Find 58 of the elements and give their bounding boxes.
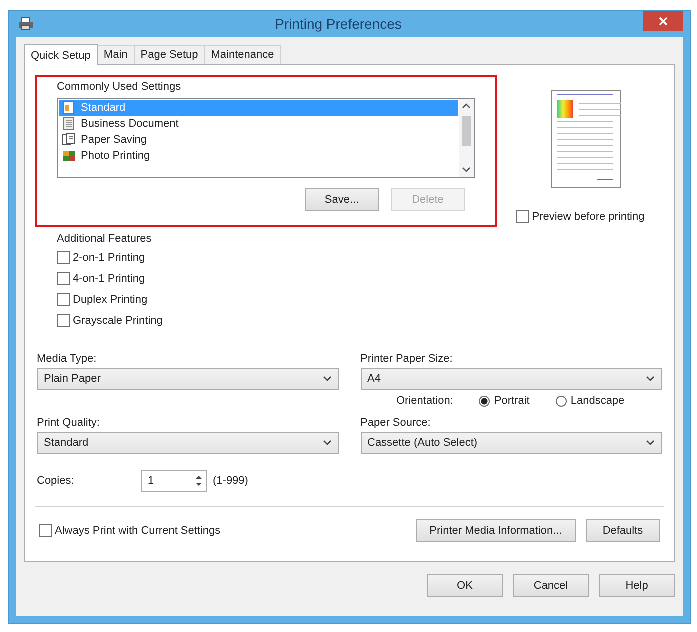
- pages-icon: [62, 133, 76, 147]
- scrollbar[interactable]: [459, 99, 474, 177]
- field-label: Printer Paper Size:: [360, 353, 454, 365]
- button[interactable]: Help: [599, 574, 675, 597]
- button[interactable]: Cancel: [513, 574, 589, 597]
- tab[interactable]: Quick Setup: [24, 44, 98, 65]
- range-hint: (1-999): [213, 475, 248, 487]
- chevron-up-icon: [462, 103, 471, 109]
- button[interactable]: Save...: [305, 188, 379, 211]
- number-field[interactable]: 1: [141, 470, 207, 492]
- checkbox[interactable]: [39, 524, 52, 537]
- field-label: Orientation:: [396, 395, 454, 407]
- photo-icon: [62, 149, 76, 163]
- chevron-down-icon: [646, 376, 655, 382]
- checkbox-label: Always Print with Current Settings: [55, 524, 221, 536]
- checkbox-label: 2-on-1 Printing: [73, 252, 146, 264]
- field-label: Copies:: [37, 475, 76, 487]
- close-button[interactable]: [643, 11, 683, 31]
- chevron-down-icon: [646, 440, 655, 446]
- checkbox[interactable]: [57, 293, 70, 306]
- checkbox-label: Preview before printing: [532, 210, 645, 222]
- page-icon: [62, 101, 76, 115]
- checkbox[interactable]: [516, 210, 530, 223]
- chevron-down-icon: [322, 440, 332, 446]
- printer-icon: [18, 17, 34, 31]
- checkbox-label: 4-on-1 Printing: [73, 272, 146, 284]
- checkbox[interactable]: [57, 251, 70, 264]
- spinner-arrows-icon: [194, 473, 204, 489]
- radio-button[interactable]: [479, 396, 490, 406]
- chevron-down-icon: [322, 376, 332, 382]
- checkbox[interactable]: [57, 314, 70, 327]
- checkbox-label: Duplex Printing: [73, 294, 148, 306]
- dropdown[interactable]: Cassette (Auto Select): [360, 432, 662, 454]
- checkbox[interactable]: [57, 272, 70, 285]
- list-item[interactable]: Business Document: [59, 116, 458, 132]
- chevron-down-icon: [462, 167, 471, 173]
- checkbox-label: Grayscale Printing: [73, 314, 163, 326]
- close-icon: [658, 16, 668, 26]
- radio-label: Landscape: [570, 395, 625, 407]
- radio-label: Portrait: [494, 395, 530, 407]
- dropdown[interactable]: Plain Paper: [37, 368, 338, 390]
- field-label: Print Quality:: [37, 417, 101, 429]
- window-title: Printing Preferences: [274, 16, 403, 32]
- list-item[interactable]: Photo Printing: [59, 148, 458, 164]
- list-item[interactable]: Paper Saving: [59, 132, 458, 148]
- dropdown[interactable]: Standard: [37, 432, 338, 454]
- document-icon: [62, 117, 76, 131]
- group-label: Commonly Used Settings: [57, 81, 182, 93]
- button[interactable]: OK: [427, 574, 503, 597]
- field-label: Paper Source:: [360, 417, 432, 429]
- radio-button[interactable]: [556, 396, 567, 406]
- button[interactable]: Defaults: [586, 519, 660, 542]
- button[interactable]: Printer Media Information...: [416, 519, 576, 542]
- group-label: Additional Features: [57, 233, 153, 245]
- tab[interactable]: Maintenance: [204, 45, 282, 64]
- dropdown[interactable]: A4: [360, 368, 662, 390]
- field-label: Media Type:: [37, 353, 98, 365]
- scroll-thumb[interactable]: [462, 116, 471, 146]
